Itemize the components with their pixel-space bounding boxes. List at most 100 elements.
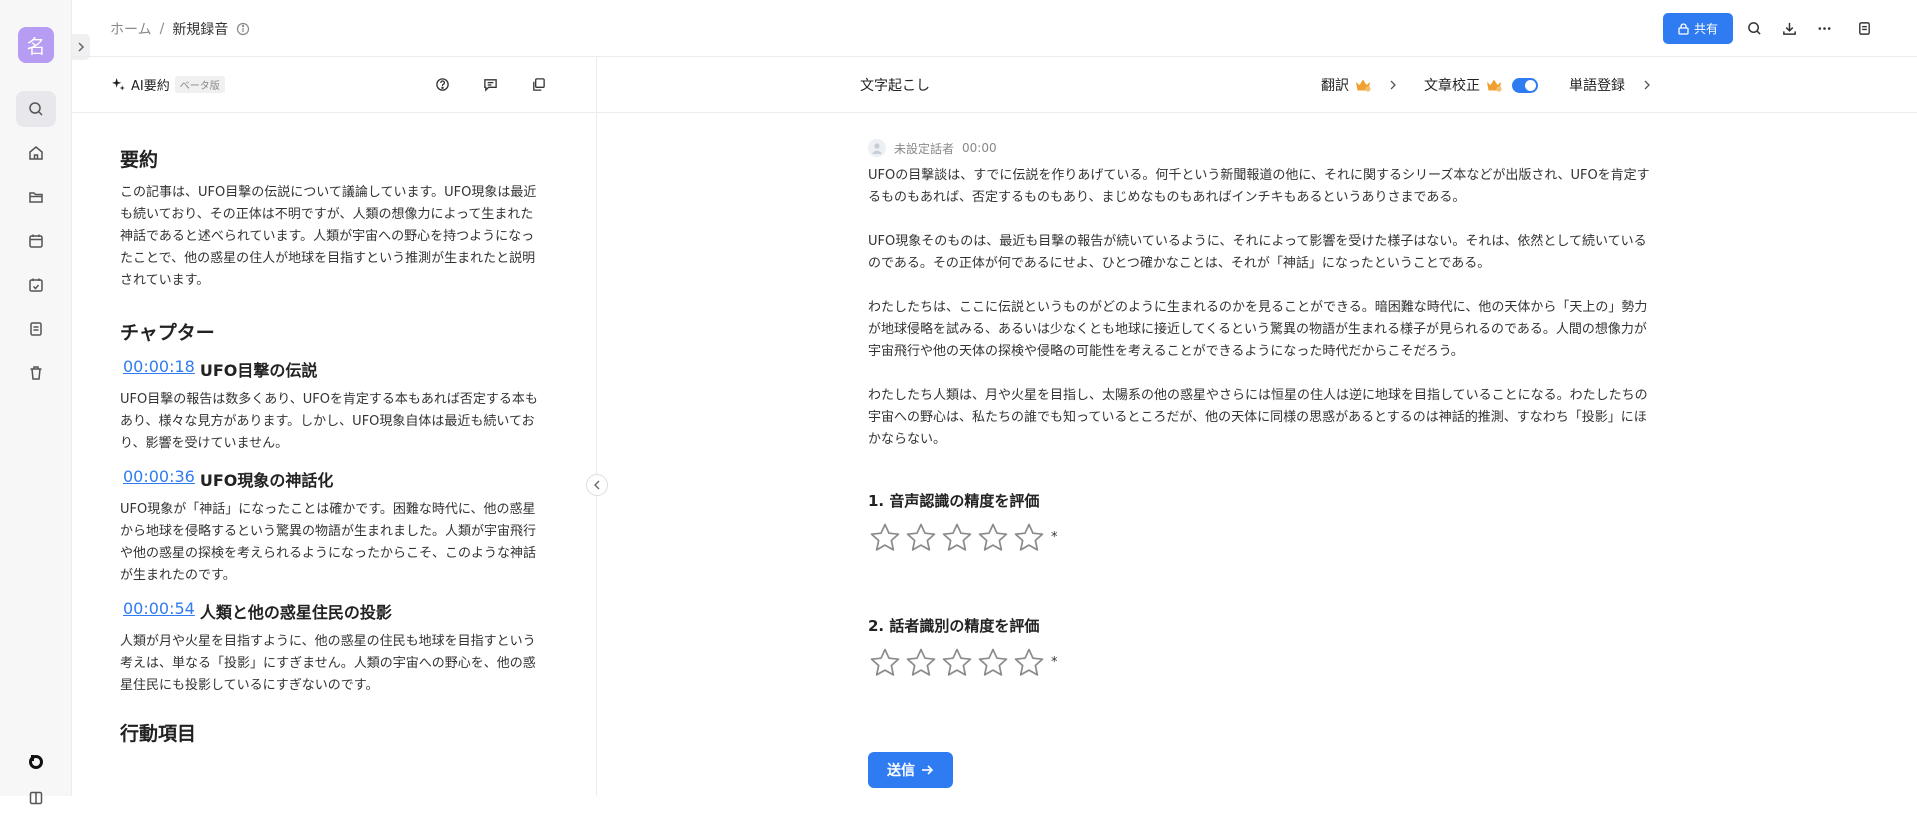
copy-summary-button[interactable] <box>529 75 547 93</box>
beta-badge: ベータ版 <box>174 76 225 93</box>
document-list-icon <box>30 322 42 336</box>
transcript-paragraph[interactable]: UFO現象そのものは、最近も目撃の報告が続いているように、それによって影響を受け… <box>868 231 1654 275</box>
submit-label: 送信 <box>887 763 915 779</box>
word-register-label: 単語登録 <box>1569 78 1625 94</box>
rail-app-logo-button[interactable] <box>16 744 56 780</box>
summary-heading: 要約 <box>120 149 159 171</box>
help-button[interactable] <box>433 75 451 93</box>
chevron-left-icon <box>594 480 600 490</box>
star-icon[interactable] <box>976 521 1010 555</box>
ai-summary-content: 要約 この記事は、UFO目撃の伝説について議論しています。UFO現象は最近も続い… <box>120 145 540 756</box>
translate-label: 翻訳 <box>1321 78 1349 94</box>
search-button[interactable] <box>1743 17 1765 39</box>
left-rail: 名 <box>0 0 72 805</box>
chapters-heading: チャプター <box>120 322 215 344</box>
ai-summary-title: AI要約 ベータ版 <box>111 75 225 94</box>
transcript-body: UFOの目撃談は、すでに伝説を作りあげている。何千という新聞報道の他に、それに関… <box>868 165 1654 473</box>
panel-icon <box>29 791 43 805</box>
tab-transcript[interactable]: 文字起こし <box>860 75 930 95</box>
rail-calendar-button[interactable] <box>16 223 56 259</box>
lock-icon <box>1678 22 1689 35</box>
chapter-text: UFO現象が「神話」になったことは確かです。困難な時代に、他の惑星から地球を侵略… <box>120 502 537 583</box>
help-circle-icon <box>435 77 449 91</box>
chapter-text: UFO目撃の報告は数多くあり、UFOを肯定する本もあれば否定する本もあり、様々な… <box>120 392 538 451</box>
proofread-label: 文章校正 <box>1424 78 1480 94</box>
transcript-paragraph[interactable]: わたしたち人類は、月や火星を目指し、太陽系の他の惑星やさらには恒星の住人は逆に地… <box>868 385 1654 451</box>
rail-more-button[interactable] <box>16 780 56 816</box>
chapter-title-row: 00:00:54 人類と他の惑星住民の投影 <box>123 599 540 623</box>
chapter-text: 人類が月や火星を目指すように、他の惑星の住民も地球を目指すという考えは、単なる「… <box>120 634 536 693</box>
speaker-avatar[interactable] <box>868 139 886 157</box>
star-icon[interactable] <box>1012 521 1046 555</box>
info-icon[interactable] <box>236 22 250 36</box>
more-horizontal-icon <box>1818 26 1830 30</box>
transcript-paragraph[interactable]: UFOの目撃談は、すでに伝説を作りあげている。何千という新聞報道の他に、それに関… <box>868 165 1654 209</box>
required-mark: * <box>1051 529 1058 545</box>
transcript-paragraph[interactable]: わたしたちは、ここに伝説というものがどのように生まれるのかを見ることができる。暗… <box>868 297 1654 363</box>
chapter-timestamp-link[interactable]: 00:00:36 <box>123 467 195 491</box>
summary-text: この記事は、UFO目撃の伝説について議論しています。UFO現象は最近も続いており… <box>120 185 537 288</box>
workspace-avatar[interactable]: 名 <box>18 27 54 63</box>
speaker-time[interactable]: 00:00 <box>962 141 997 155</box>
chapter-title: UFO目撃の伝説 <box>199 361 318 380</box>
trash-icon <box>30 366 42 380</box>
proofread-control: 文章校正 <box>1424 75 1538 95</box>
proofread-toggle[interactable] <box>1512 77 1538 93</box>
speaker-name[interactable]: 未設定話者 <box>894 140 954 157</box>
ai-summary-label: AI要約 <box>131 79 170 94</box>
chapter-title: UFO現象の神話化 <box>199 471 334 490</box>
star-icon[interactable] <box>976 646 1010 680</box>
chapter-item: 00:00:54 人類と他の惑星住民の投影 人類が月や火星を目指すように、他の惑… <box>120 599 540 697</box>
star-icon[interactable] <box>904 646 938 680</box>
download-button[interactable] <box>1778 17 1800 39</box>
speaker-row: 未設定話者 00:00 <box>868 139 997 157</box>
premium-crown-icon <box>1487 79 1502 92</box>
chapter-title: 人類と他の惑星住民の投影 <box>199 603 392 622</box>
star-icon[interactable] <box>868 521 902 555</box>
folder-icon <box>29 192 43 203</box>
chapter-item: 00:00:36 UFO現象の神話化 UFO現象が「神話」になったことは確かです… <box>120 467 540 587</box>
star-icon[interactable] <box>1012 646 1046 680</box>
rail-trash-button[interactable] <box>16 355 56 391</box>
rail-document-button[interactable] <box>16 311 56 347</box>
feedback-button[interactable] <box>481 75 499 93</box>
search-icon <box>29 102 43 116</box>
action-items-heading: 行動項目 <box>120 723 197 745</box>
chapter-timestamp-link[interactable]: 00:00:18 <box>123 357 195 381</box>
translate-button[interactable]: 翻訳 <box>1321 75 1397 95</box>
share-label: 共有 <box>1693 22 1718 36</box>
star-icon[interactable] <box>940 646 974 680</box>
transcript-header: 文字起こし 翻訳 文章校正 単語登録 <box>597 56 1917 113</box>
search-icon <box>1747 21 1761 35</box>
chapter-item: 00:00:18 UFO目撃の伝説 UFO目撃の報告は数多くあり、UFOを肯定す… <box>120 357 540 455</box>
user-icon <box>872 143 882 154</box>
star-icon[interactable] <box>904 521 938 555</box>
rail-search-button[interactable] <box>16 91 56 127</box>
word-register-button[interactable]: 単語登録 <box>1569 75 1651 95</box>
rating-question: 2. 話者識別の精度を評価 <box>868 617 1040 635</box>
notebook-icon <box>1858 21 1870 35</box>
collapse-left-panel-button[interactable] <box>586 474 608 496</box>
rating-speaker-identification: 2. 話者識別の精度を評価 * <box>868 615 1058 680</box>
breadcrumb-separator: / <box>159 21 165 37</box>
star-icon[interactable] <box>868 646 902 680</box>
star-rating: * <box>868 646 1058 680</box>
notes-panel-button[interactable] <box>1853 17 1875 39</box>
breadcrumb-current: 新規録音 <box>172 22 229 38</box>
breadcrumb-home-link[interactable]: ホーム <box>110 19 152 39</box>
star-icon[interactable] <box>940 521 974 555</box>
sparkle-icon <box>111 77 125 91</box>
panel-divider[interactable] <box>596 56 597 796</box>
rail-home-button[interactable] <box>16 135 56 171</box>
chapter-title-row: 00:00:18 UFO目撃の伝説 <box>123 357 540 381</box>
chapter-title-row: 00:00:36 UFO現象の神話化 <box>123 467 540 491</box>
share-button[interactable]: 共有 <box>1663 13 1733 44</box>
rail-folder-button[interactable] <box>16 179 56 215</box>
rail-calendar-check-button[interactable] <box>16 267 56 303</box>
chevron-right-icon <box>1644 80 1650 90</box>
more-options-button[interactable] <box>1813 17 1835 39</box>
chapter-timestamp-link[interactable]: 00:00:54 <box>123 599 195 623</box>
calendar-icon <box>29 234 43 248</box>
submit-button[interactable]: 送信 <box>868 752 953 788</box>
home-icon <box>29 146 43 160</box>
